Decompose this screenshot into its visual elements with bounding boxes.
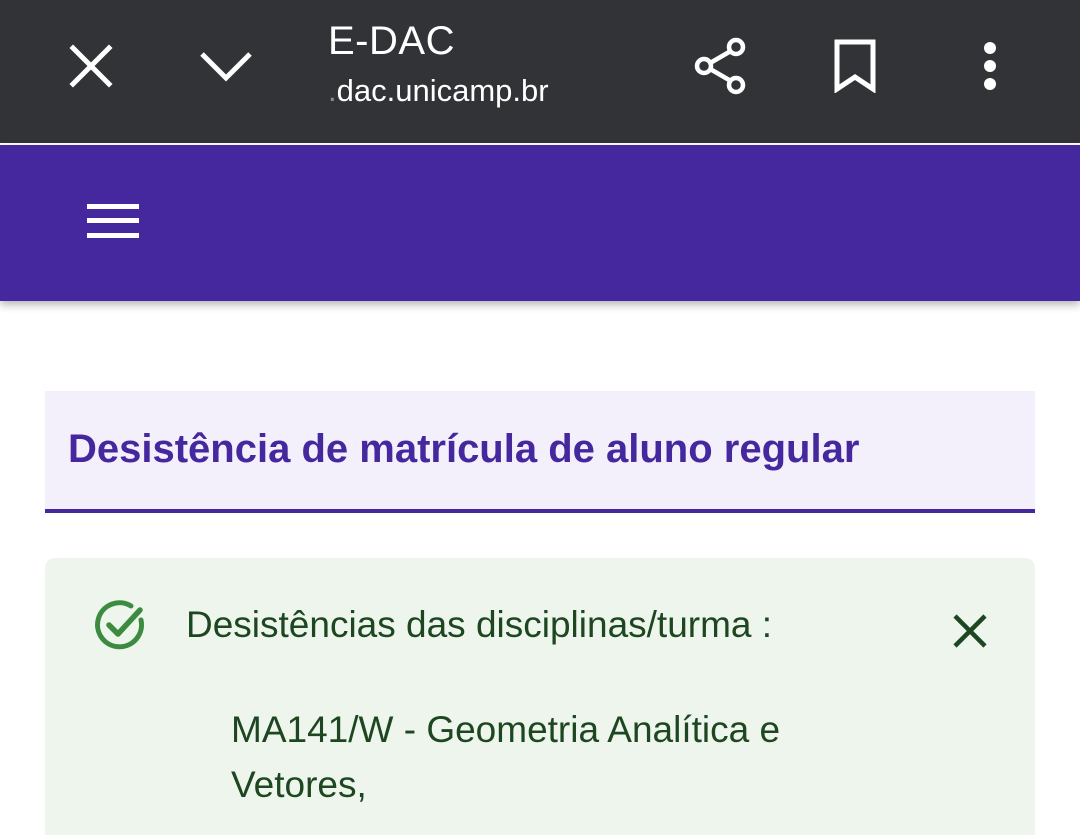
url-prefix: . (328, 73, 337, 108)
close-tab-button[interactable] (46, 21, 136, 111)
browser-toolbar: E-DAC .dac.unicamp.br (0, 0, 1080, 143)
more-vertical-icon (984, 42, 996, 90)
share-button[interactable] (676, 21, 766, 111)
bookmark-icon (834, 39, 876, 93)
app-header (0, 145, 1080, 301)
course-list: MA141/W - Geometria Analítica e Vetores, (231, 702, 911, 812)
page-title-text: E-DAC (328, 19, 455, 63)
dismiss-alert-button[interactable] (943, 604, 997, 658)
check-circle-icon (95, 600, 145, 650)
url-domain: dac.unicamp.br (336, 73, 549, 108)
section-heading: Desistência de matrícula de aluno regula… (45, 391, 1035, 513)
page-title: Desistência de matrícula de aluno regula… (68, 427, 860, 471)
chevron-down-icon (200, 52, 252, 82)
bookmark-button[interactable] (810, 21, 900, 111)
close-icon (69, 44, 113, 88)
minimize-tab-button[interactable] (181, 21, 271, 111)
share-icon (694, 37, 746, 95)
page-info[interactable]: E-DAC .dac.unicamp.br (328, 18, 658, 109)
success-alert: Desistências das disciplinas/turma : MA1… (45, 558, 1035, 835)
more-options-button[interactable] (945, 21, 1035, 111)
alert-title: Desistências das disciplinas/turma : (186, 604, 773, 645)
list-item: MA141/W - Geometria Analítica e Vetores, (231, 709, 781, 805)
close-icon (953, 614, 987, 648)
page-url: .dac.unicamp.br (328, 73, 658, 109)
menu-button[interactable] (78, 191, 148, 251)
hamburger-menu-icon (87, 204, 139, 238)
